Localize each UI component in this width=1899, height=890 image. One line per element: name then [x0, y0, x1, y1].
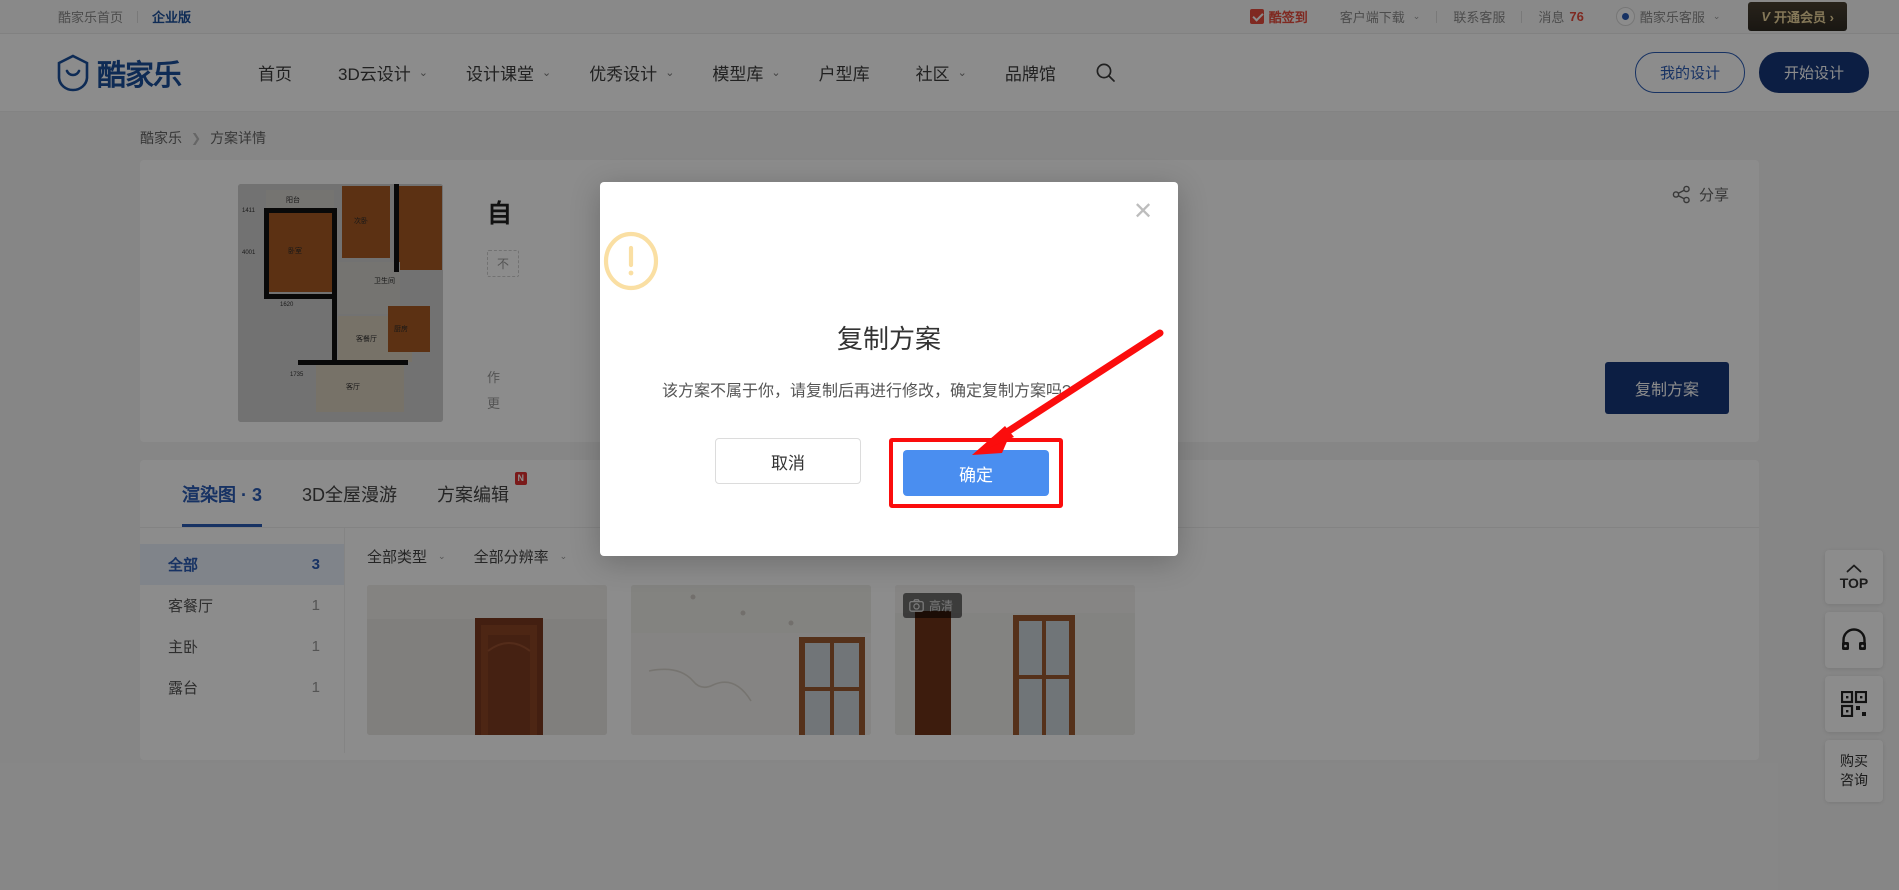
cancel-button[interactable]: 取消 — [715, 438, 861, 484]
dialog-title: 复制方案 — [836, 324, 941, 354]
close-icon[interactable]: ✕ — [1130, 200, 1156, 226]
confirm-button-highlight: 确定 — [889, 438, 1063, 508]
warning-exclamation-icon — [603, 231, 659, 291]
confirm-button[interactable]: 确定 — [903, 450, 1049, 496]
copy-plan-dialog: ✕ 复制方案 该方案不属于你，请复制后再进行修改，确定复制方案吗? 取消 确定 — [600, 182, 1178, 556]
page-root: 酷家乐首页 企业版 酷签到 客户端下载 ⌄ 联系客服 消息 76 酷家乐客服 ⌄… — [0, 0, 1899, 890]
dialog-body-text: 该方案不属于你，请复制后再进行修改，确定复制方案吗? — [662, 383, 1071, 400]
dialog-actions: 取消 确定 — [600, 438, 1178, 508]
